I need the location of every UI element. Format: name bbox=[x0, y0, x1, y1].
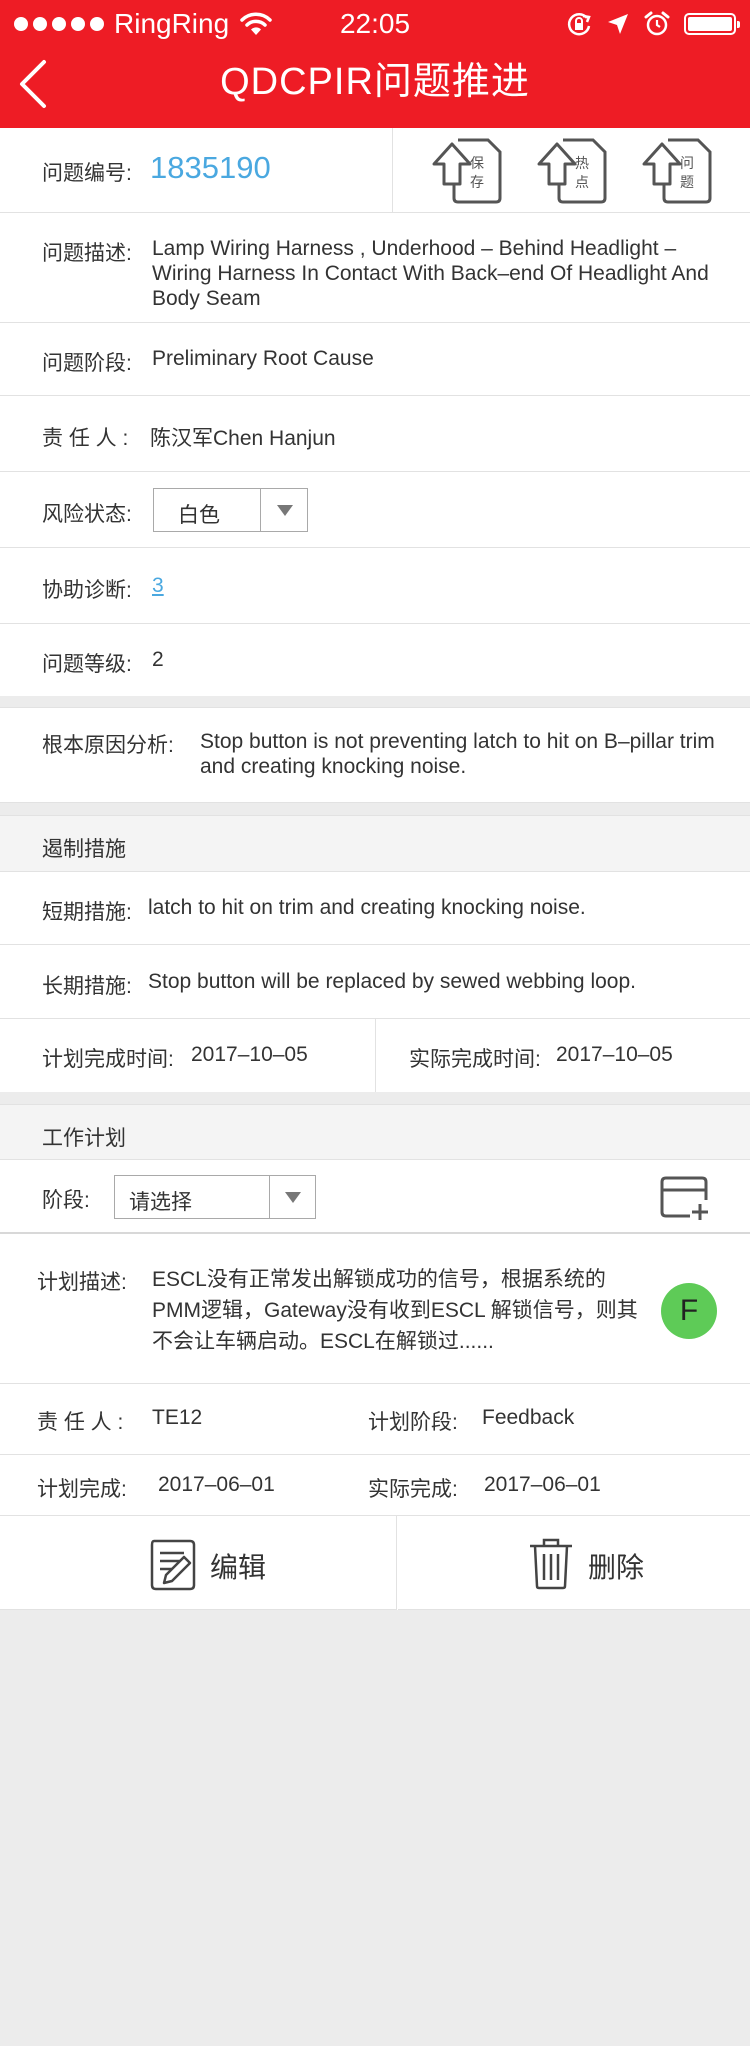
issue-number-label: 问题编号: bbox=[42, 162, 132, 185]
root-cause-label: 根本原因分析: bbox=[42, 734, 174, 757]
save-upload-label: 保存 bbox=[470, 155, 484, 190]
plan-stage-placeholder: 请选择 bbox=[129, 1191, 192, 1214]
short-term-value: latch to hit on trim and creating knocki… bbox=[148, 896, 586, 919]
issue-upload-label: 问题 bbox=[680, 155, 694, 190]
short-term-row: 短期措施: latch to hit on trim and creating … bbox=[0, 872, 750, 945]
plan-actual-date: 2017–06–01 bbox=[484, 1473, 601, 1496]
issue-number-row: 问题编号: 1835190 bbox=[0, 128, 750, 213]
planned-date-label: 计划完成时间: bbox=[42, 1048, 174, 1071]
short-term-label: 短期措施: bbox=[42, 901, 132, 924]
level-label: 问题等级: bbox=[42, 653, 132, 676]
long-term-row: 长期措施: Stop button will be replaced by se… bbox=[0, 945, 750, 1019]
root-cause-text: Stop button is not preventing latch to h… bbox=[200, 730, 715, 778]
owner-row: 责 任 人 : 陈汉军Chen Hanjun bbox=[0, 396, 750, 472]
long-term-value: Stop button will be replaced by sewed we… bbox=[148, 970, 636, 993]
risk-select-value: 白色 bbox=[178, 504, 220, 527]
divider bbox=[375, 1019, 376, 1092]
trash-icon bbox=[530, 1538, 572, 1590]
description-row: 问题描述: Lamp Wiring Harness , Underhood – … bbox=[0, 213, 750, 323]
stage-row: 问题阶段: Preliminary Root Cause bbox=[0, 323, 750, 396]
divider bbox=[392, 128, 393, 213]
stage-label: 问题阶段: bbox=[42, 352, 132, 375]
containment-card: 短期措施: latch to hit on trim and creating … bbox=[0, 872, 750, 1092]
root-cause-card: 根本原因分析: Stop button is not preventing la… bbox=[0, 707, 750, 803]
chevron-down-icon bbox=[260, 489, 308, 531]
alarm-icon bbox=[644, 11, 670, 36]
edit-label: 编辑 bbox=[210, 1552, 267, 1583]
plan-dates-row: 计划完成: 2017–06–01 实际完成: 2017–06–01 bbox=[0, 1455, 750, 1516]
location-arrow-icon bbox=[608, 14, 628, 34]
top-bar: RingRing 22:05 QDCPIR问题推进 bbox=[0, 0, 750, 128]
page-title: QDCPIR问题推进 bbox=[220, 61, 530, 103]
plan-actual-label: 实际完成: bbox=[368, 1478, 458, 1501]
risk-label: 风险状态: bbox=[42, 503, 132, 526]
plan-owner-label: 责 任 人 : bbox=[37, 1411, 124, 1434]
long-term-label: 长期措施: bbox=[42, 975, 132, 998]
assist-label: 协助诊断: bbox=[42, 579, 132, 602]
delete-button[interactable]: 删除 bbox=[398, 1516, 750, 1610]
work-plan-section-title: 工作计划 bbox=[42, 1127, 126, 1150]
plan-stage-filter-row: 阶段: 请选择 bbox=[0, 1160, 750, 1234]
chevron-down-icon bbox=[269, 1176, 316, 1218]
planned-date-value: 2017–10–05 bbox=[191, 1043, 308, 1066]
add-plan-icon[interactable] bbox=[660, 1176, 710, 1220]
stage-value: Preliminary Root Cause bbox=[152, 347, 374, 370]
status-bar: RingRing 22:05 bbox=[0, 0, 750, 48]
orientation-lock-icon bbox=[567, 13, 591, 36]
plan-planned-date: 2017–06–01 bbox=[158, 1473, 275, 1496]
plan-stage-select[interactable]: 请选择 bbox=[114, 1175, 316, 1219]
issue-upload-button[interactable]: 问题 bbox=[640, 136, 714, 206]
owner-value: 陈汉军Chen Hanjun bbox=[150, 427, 336, 450]
issue-info-card: 问题编号: 1835190 问题描述: Lamp Wiring Harness … bbox=[0, 128, 750, 696]
containment-section-title: 遏制措施 bbox=[42, 838, 126, 861]
assist-count-link[interactable]: 3 bbox=[152, 574, 164, 598]
owner-label: 责 任 人 : bbox=[42, 427, 129, 450]
edit-button[interactable]: 编辑 bbox=[0, 1516, 397, 1610]
plan-description-text: ESCL没有正常发出解锁成功的信号，根据系统的PMM逻辑，Gateway没有收到… bbox=[152, 1268, 638, 1353]
actual-date-value: 2017–10–05 bbox=[556, 1043, 673, 1066]
avatar: F bbox=[661, 1283, 717, 1339]
description-text: Lamp Wiring Harness , Underhood – Behind… bbox=[152, 237, 709, 310]
containment-section-header: 遏制措施 bbox=[0, 815, 750, 872]
level-value: 2 bbox=[152, 648, 164, 671]
plan-stage-filter-label: 阶段: bbox=[42, 1189, 90, 1212]
assist-row: 协助诊断: 3 bbox=[0, 548, 750, 624]
actual-date-label: 实际完成时间: bbox=[409, 1048, 541, 1071]
level-row: 问题等级: 2 bbox=[0, 624, 750, 696]
delete-label: 删除 bbox=[588, 1552, 645, 1583]
battery-icon bbox=[684, 13, 740, 35]
plan-description-label: 计划描述: bbox=[37, 1271, 127, 1294]
risk-row: 风险状态: 白色 bbox=[0, 472, 750, 548]
save-upload-button[interactable]: 保存 bbox=[430, 136, 504, 206]
edit-note-icon bbox=[150, 1539, 196, 1591]
issue-number: 1835190 bbox=[150, 150, 271, 185]
risk-select[interactable]: 白色 bbox=[153, 488, 308, 532]
plan-stage-value: Feedback bbox=[482, 1406, 575, 1429]
containment-dates-row: 计划完成时间: 2017–10–05 实际完成时间: 2017–10–05 bbox=[0, 1019, 750, 1092]
plan-planned-label: 计划完成: bbox=[37, 1478, 127, 1501]
description-label: 问题描述: bbox=[42, 242, 132, 265]
plan-owner-value: TE12 bbox=[152, 1406, 203, 1429]
hotspot-upload-button[interactable]: 热点 bbox=[535, 136, 609, 206]
plan-owner-row: 责 任 人 : TE12 计划阶段: Feedback bbox=[0, 1384, 750, 1455]
plan-description-row: 计划描述: ESCL没有正常发出解锁成功的信号，根据系统的PMM逻辑，Gatew… bbox=[0, 1234, 750, 1384]
plan-stage-label: 计划阶段: bbox=[368, 1411, 458, 1434]
hotspot-upload-label: 热点 bbox=[575, 155, 589, 190]
work-plan-section-header: 工作计划 bbox=[0, 1104, 750, 1160]
